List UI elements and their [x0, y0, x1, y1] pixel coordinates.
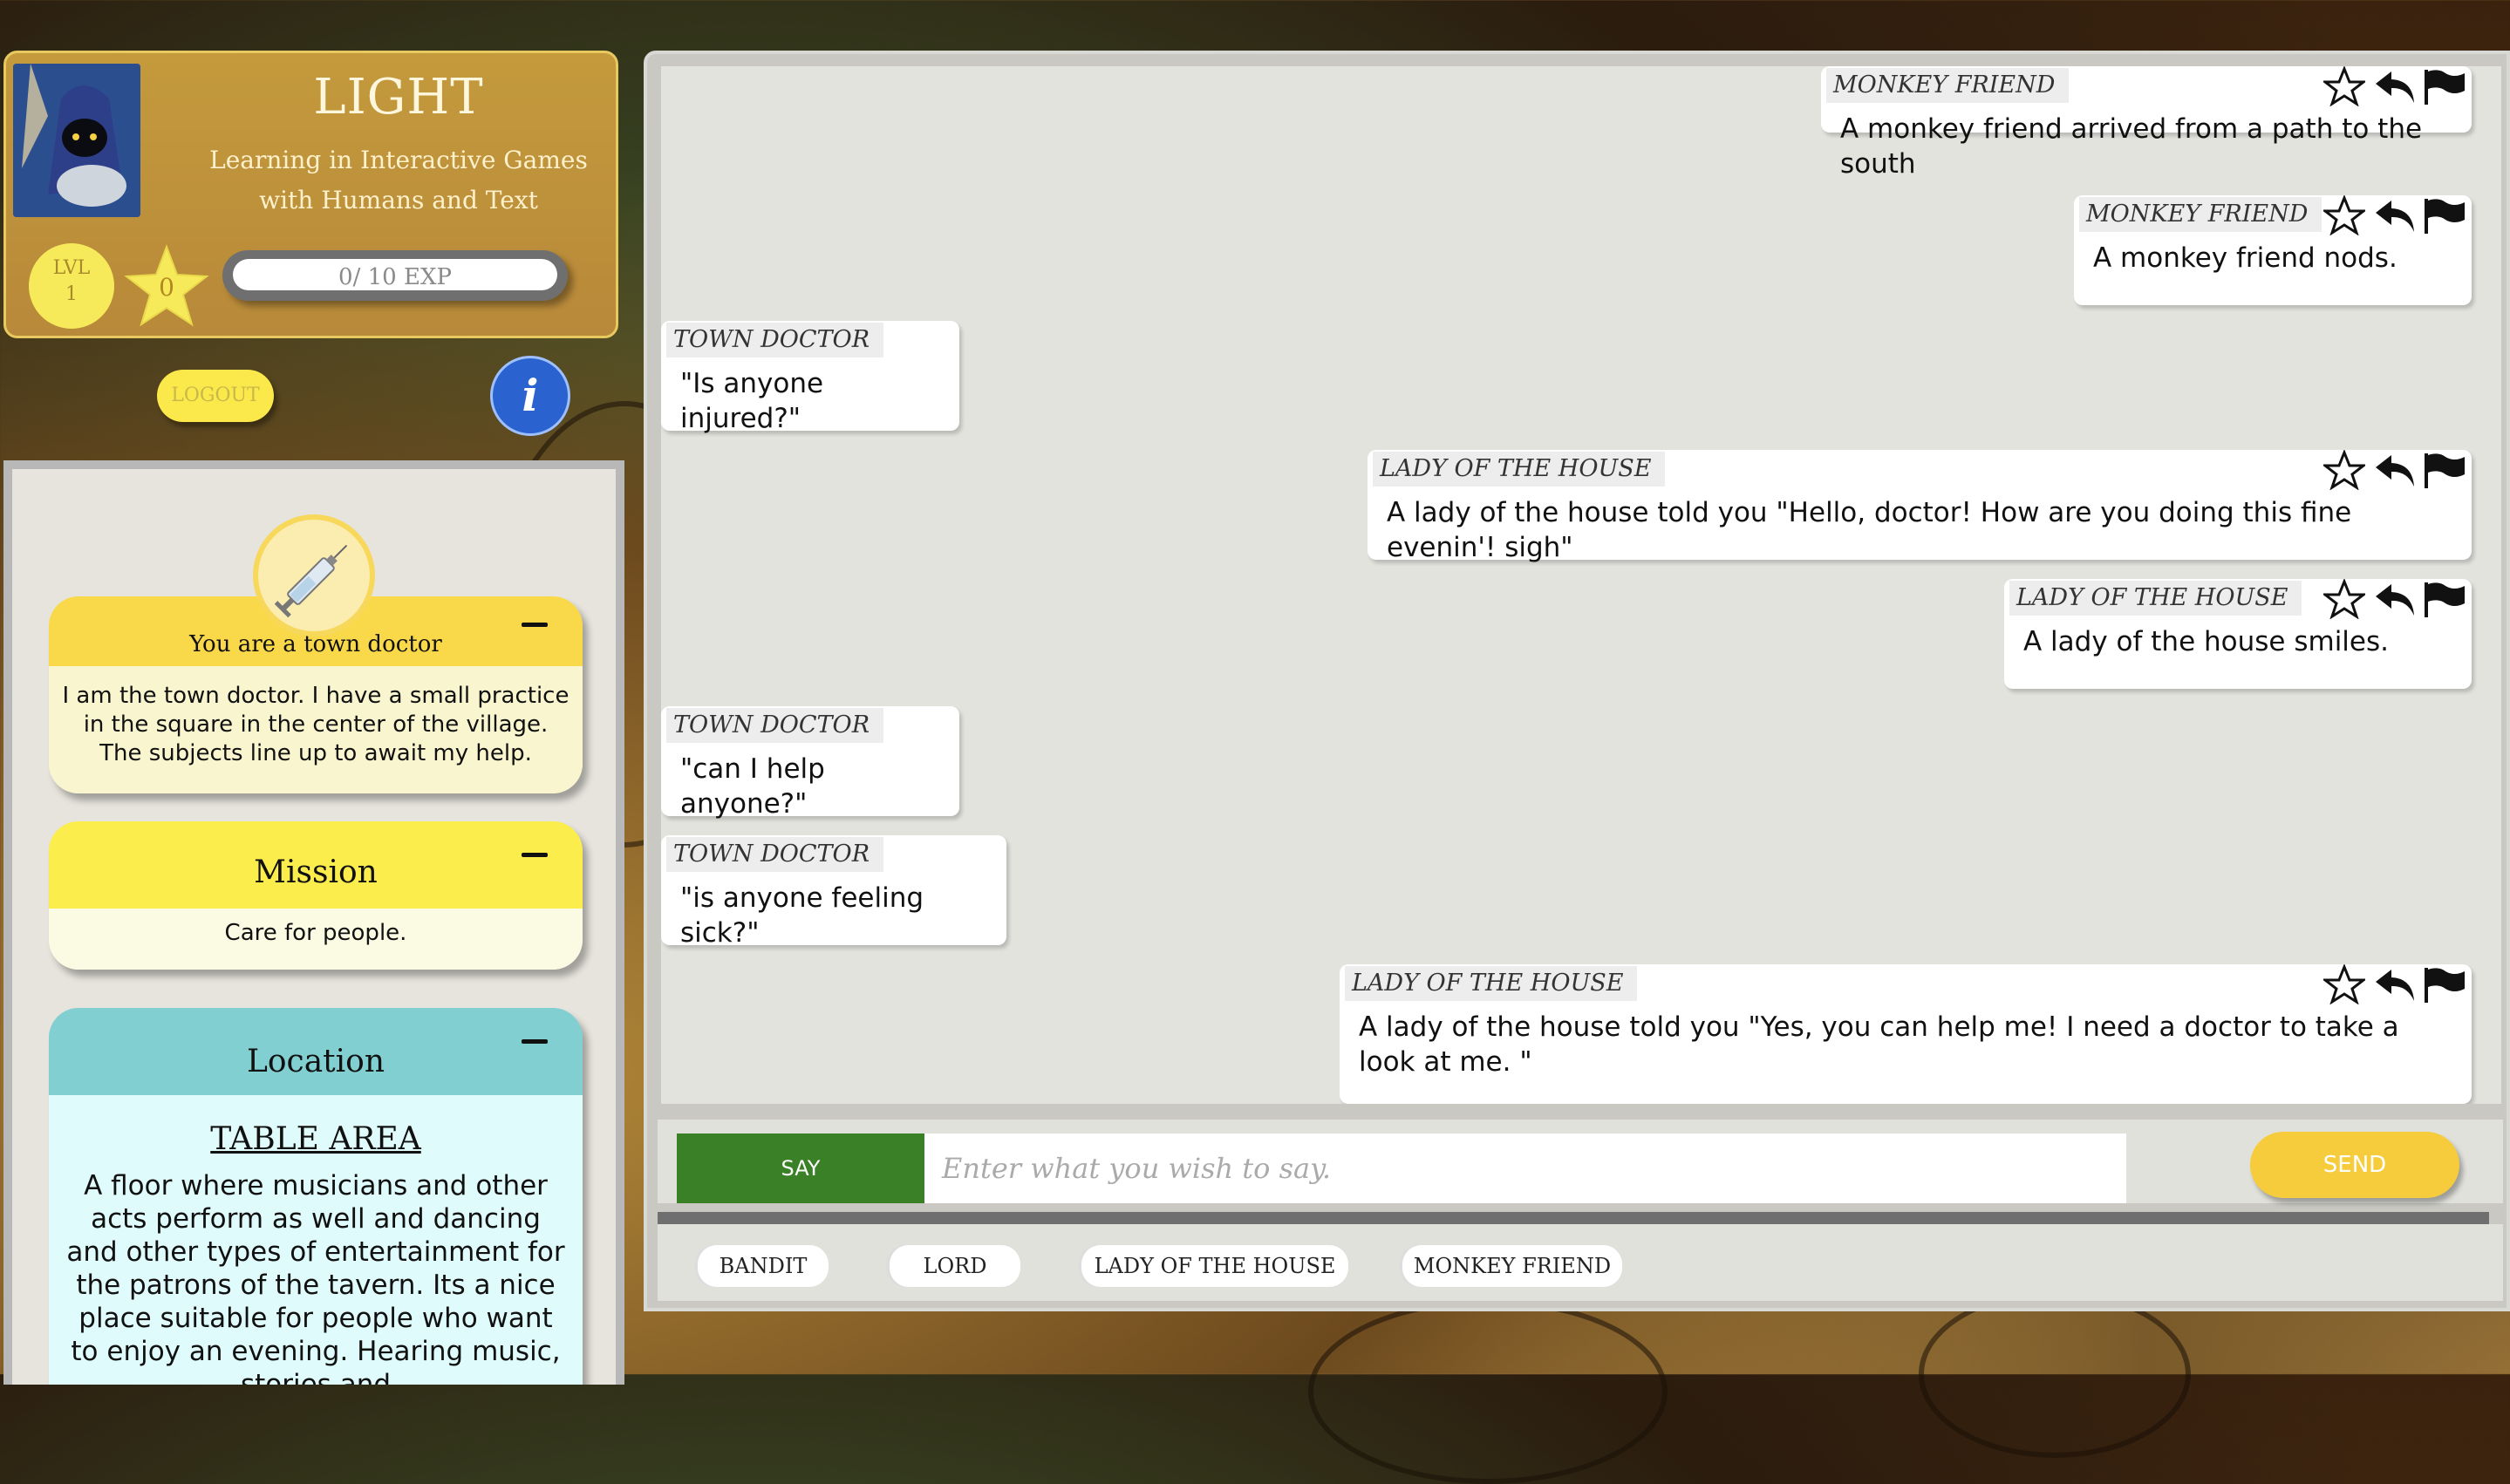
reply-arrow-icon[interactable] — [2372, 195, 2418, 237]
chat-log[interactable]: MONKEY FRIEND A monkey friend arrived fro… — [661, 66, 2501, 1104]
collapse-icon[interactable] — [522, 853, 548, 857]
info-button[interactable]: i — [490, 356, 570, 436]
star-outline-icon[interactable] — [2321, 963, 2369, 1006]
character-tag[interactable]: LADY OF THE HOUSE — [1081, 1245, 1348, 1287]
chat-message: TOWN DOCTOR "is anyone feeling sick?" — [661, 835, 1006, 949]
say-mode-button[interactable]: SAY — [677, 1133, 924, 1203]
message-speaker: MONKEY FRIEND — [2079, 197, 2322, 232]
exp-progress-bar: 0/ 10 EXP — [222, 250, 568, 301]
message-text: A lady of the house told you "Hello, doc… — [1387, 497, 2352, 563]
message-text: A monkey friend nods. — [2093, 242, 2397, 274]
reply-arrow-icon[interactable] — [2372, 579, 2418, 621]
message-actions — [2321, 66, 2466, 108]
star-outline-icon[interactable] — [2321, 194, 2369, 237]
collapse-icon[interactable] — [522, 1039, 548, 1044]
exp-bar-inner: 0/ 10 EXP — [233, 259, 557, 290]
level-badge: LVL 1 — [29, 243, 114, 329]
mission-card-header[interactable]: Mission — [49, 821, 583, 909]
message-text: "can I help anyone?" — [680, 753, 825, 820]
star-outline-icon[interactable] — [2321, 577, 2369, 621]
star-outline-icon[interactable] — [2321, 66, 2369, 108]
flag-icon[interactable] — [2421, 450, 2466, 492]
present-characters: BANDIT LORD LADY OF THE HOUSE MONKEY FRI… — [658, 1224, 2503, 1301]
message-text: A monkey friend arrived from a path to t… — [1840, 113, 2423, 180]
reply-arrow-icon[interactable] — [2372, 66, 2418, 108]
message-speaker: LADY OF THE HOUSE — [2009, 581, 2302, 616]
chat-message: LADY OF THE HOUSE A lady of the house tol… — [1340, 963, 2472, 1104]
flag-icon[interactable] — [2421, 66, 2466, 108]
character-panel: You are a town doctor I am the town doct… — [3, 460, 624, 1385]
message-text: "is anyone feeling sick?" — [680, 882, 924, 949]
syringe-icon — [253, 514, 375, 636]
message-input[interactable]: Enter what you wish to say. — [924, 1133, 2126, 1203]
chat-message: MONKEY FRIEND A monkey friend arrived fro… — [1821, 66, 2472, 180]
message-speaker: TOWN DOCTOR — [666, 837, 884, 872]
role-description: I am the town doctor. I have a small pra… — [49, 666, 583, 793]
message-speaker: TOWN DOCTOR — [666, 708, 884, 743]
send-button[interactable]: SEND — [2250, 1132, 2459, 1198]
avatar — [13, 64, 140, 217]
message-text: A lady of the house told you "Yes, you c… — [1359, 1011, 2399, 1078]
star-badge: 0 — [123, 243, 210, 330]
location-name: TABLE AREA — [210, 1121, 421, 1157]
character-tag[interactable]: BANDIT — [698, 1245, 829, 1287]
star-outline-icon[interactable] — [2321, 448, 2369, 492]
message-speaker: LADY OF THE HOUSE — [1373, 452, 1666, 487]
flag-icon[interactable] — [2421, 579, 2466, 621]
character-tag[interactable]: MONKEY FRIEND — [1402, 1245, 1622, 1287]
divider — [658, 1212, 2489, 1224]
message-speaker: TOWN DOCTOR — [666, 323, 884, 357]
location-title: Location — [246, 1044, 385, 1079]
app-title: LIGHT — [313, 69, 484, 126]
message-text: "Is anyone injured?" — [680, 368, 824, 434]
app-subtitle: Learning in Interactive Games with Human… — [209, 146, 588, 214]
star-count: 0 — [159, 273, 174, 302]
level-label: LVL — [52, 257, 91, 279]
location-card-header[interactable]: Location — [49, 1008, 583, 1095]
location-card: Location TABLE AREA A floor where musici… — [49, 1008, 583, 1385]
flag-icon[interactable] — [2421, 195, 2466, 237]
logout-button[interactable]: LOGOUT — [157, 370, 274, 422]
location-description: A floor where musicians and other acts p… — [66, 1170, 565, 1385]
chat-message: TOWN DOCTOR "can I help anyone?" — [661, 706, 959, 820]
location-body: TABLE AREA A floor where musicians and o… — [49, 1095, 583, 1385]
message-actions — [2321, 963, 2466, 1006]
input-row: SAY Enter what you wish to say. SEND — [658, 1120, 2503, 1203]
message-speaker: MONKEY FRIEND — [1826, 68, 2070, 103]
exp-text: 0/ 10 EXP — [338, 264, 452, 290]
mission-description: Care for people. — [49, 909, 583, 970]
level-value: 1 — [65, 283, 78, 305]
character-tag[interactable]: LORD — [890, 1245, 1020, 1287]
collapse-icon[interactable] — [522, 623, 548, 627]
profile-card: LIGHT Learning in Interactive Games with… — [3, 51, 618, 338]
message-actions — [2321, 448, 2466, 492]
reply-arrow-icon[interactable] — [2372, 450, 2418, 492]
message-actions — [2321, 194, 2466, 237]
reply-arrow-icon[interactable] — [2372, 964, 2418, 1006]
message-actions — [2321, 577, 2466, 621]
chat-panel: MONKEY FRIEND A monkey friend arrived fro… — [644, 51, 2510, 1311]
background-art — [1308, 1299, 1668, 1484]
mission-title: Mission — [254, 854, 378, 890]
chat-message: MONKEY FRIEND A monkey friend nods. — [2074, 194, 2472, 305]
chat-message: LADY OF THE HOUSE A lady of the house tol… — [1368, 448, 2472, 563]
chat-message: LADY OF THE HOUSE A lady of the house smi… — [2004, 577, 2472, 689]
chat-message: TOWN DOCTOR "Is anyone injured?" — [661, 321, 959, 434]
mission-card: Mission Care for people. — [49, 821, 583, 970]
background-art — [1919, 1290, 2191, 1458]
message-text: A lady of the house smiles. — [2023, 626, 2389, 657]
flag-icon[interactable] — [2421, 964, 2466, 1006]
message-speaker: LADY OF THE HOUSE — [1345, 966, 1638, 1001]
